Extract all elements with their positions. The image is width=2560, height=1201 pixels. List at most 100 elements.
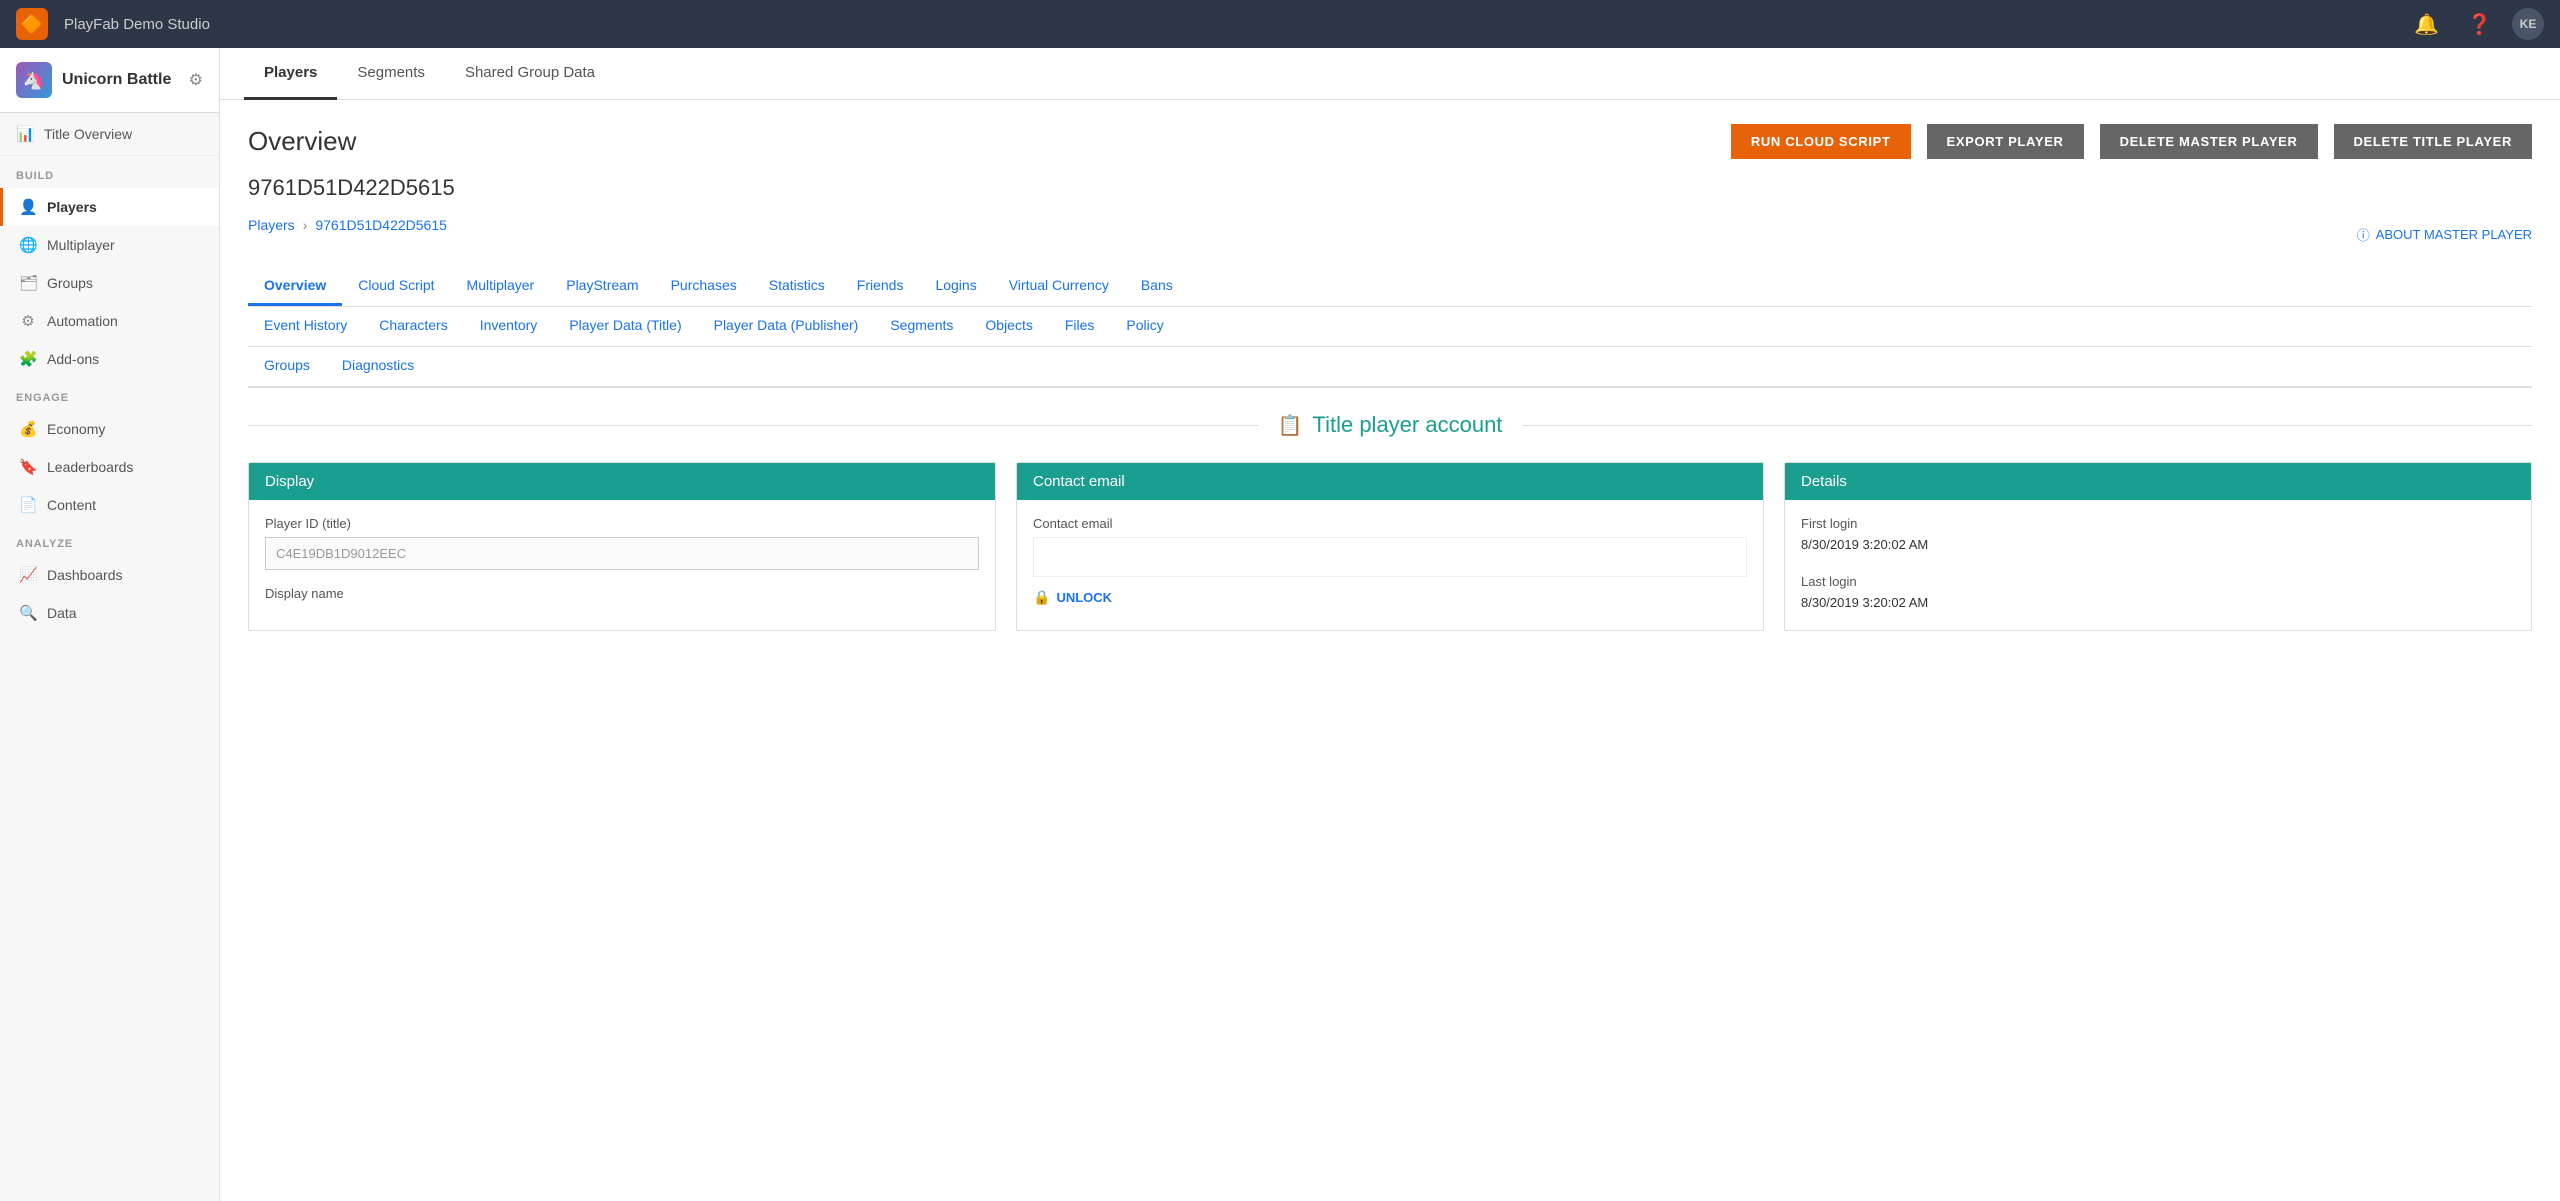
groups-label: Groups: [47, 275, 93, 291]
title-overview-icon: 📊: [16, 125, 34, 143]
addons-icon: 🧩: [19, 350, 37, 368]
display-name-label: Display name: [265, 586, 979, 601]
title-overview-label: Title Overview: [44, 126, 132, 142]
overview-title: Overview: [248, 126, 356, 157]
sidebar-item-data[interactable]: 🔍 Data: [0, 594, 219, 632]
studio-title: PlayFab Demo Studio: [64, 16, 210, 33]
sidebar-item-addons[interactable]: 🧩 Add-ons: [0, 340, 219, 378]
about-master-label: ABOUT MASTER PLAYER: [2376, 227, 2532, 242]
title-player-section-title: 📋 Title player account: [1258, 412, 1523, 438]
data-icon: 🔍: [19, 604, 37, 622]
tab-overview[interactable]: Overview: [248, 267, 342, 306]
tab-player-data-title[interactable]: Player Data (Title): [553, 307, 697, 346]
tab-statistics[interactable]: Statistics: [753, 267, 841, 306]
tab-bans[interactable]: Bans: [1125, 267, 1189, 306]
tab-diagnostics[interactable]: Diagnostics: [326, 347, 430, 386]
tab-multiplayer[interactable]: Multiplayer: [451, 267, 551, 306]
person-card-icon: 📋: [1278, 413, 1303, 438]
tab-virtual-currency[interactable]: Virtual Currency: [993, 267, 1125, 306]
details-card: Details First login 8/30/2019 3:20:02 AM…: [1784, 462, 2532, 631]
game-selector[interactable]: 🦄 Unicorn Battle ⚙: [0, 48, 219, 113]
tab-groups-player[interactable]: Groups: [248, 347, 326, 386]
breadcrumb: Players › 9761D51D422D5615: [248, 217, 447, 233]
automation-label: Automation: [47, 313, 118, 329]
leaderboards-icon: 🔖: [19, 458, 37, 476]
sidebar-item-title-overview[interactable]: 📊 Title Overview: [0, 113, 219, 156]
overview-header: Overview RUN CLOUD SCRIPT EXPORT PLAYER …: [248, 124, 2532, 159]
title-player-section-divider: 📋 Title player account: [248, 412, 2532, 438]
breadcrumb-separator: ›: [303, 217, 308, 233]
tab-player-data-publisher[interactable]: Player Data (Publisher): [698, 307, 875, 346]
contact-email-card: Contact email Contact email 🔒 UNLOCK: [1016, 462, 1764, 631]
first-login-value: 8/30/2019 3:20:02 AM: [1801, 537, 2515, 552]
tab-files[interactable]: Files: [1049, 307, 1111, 346]
game-name: Unicorn Battle: [62, 71, 171, 89]
sidebar-item-content[interactable]: 📄 Content: [0, 486, 219, 524]
leaderboards-label: Leaderboards: [47, 459, 133, 475]
user-avatar[interactable]: KE: [2512, 8, 2544, 40]
sidebar-item-dashboards[interactable]: 📈 Dashboards: [0, 556, 219, 594]
tab-purchases[interactable]: Purchases: [655, 267, 753, 306]
tab-segments-player[interactable]: Segments: [874, 307, 969, 346]
tab-logins[interactable]: Logins: [919, 267, 992, 306]
sidebar-item-groups[interactable]: 🗂 Groups: [0, 264, 219, 302]
run-cloud-script-button[interactable]: RUN CLOUD SCRIPT: [1731, 124, 1911, 159]
first-login-label: First login: [1801, 516, 2515, 531]
player-id-title-input[interactable]: [265, 537, 979, 570]
economy-label: Economy: [47, 421, 105, 437]
content-label: Content: [47, 497, 96, 513]
section-label-build: BUILD: [0, 156, 219, 188]
playfab-logo: 🔶: [16, 8, 48, 40]
delete-master-player-button[interactable]: DELETE MASTER PLAYER: [2100, 124, 2318, 159]
sidebar-item-economy[interactable]: 💰 Economy: [0, 410, 219, 448]
help-icon[interactable]: ❓: [2459, 8, 2500, 41]
sidebar-item-leaderboards[interactable]: 🔖 Leaderboards: [0, 448, 219, 486]
sidebar-item-multiplayer[interactable]: 🌐 Multiplayer: [0, 226, 219, 264]
sub-header: Players Segments Shared Group Data: [220, 48, 2560, 100]
tab-segments[interactable]: Segments: [337, 48, 445, 100]
display-card-header: Display: [249, 463, 995, 500]
lock-icon: 🔒: [1033, 589, 1050, 606]
dashboards-icon: 📈: [19, 566, 37, 584]
tab-cloud-script[interactable]: Cloud Script: [342, 267, 450, 306]
tab-inventory[interactable]: Inventory: [464, 307, 554, 346]
about-master-player-link[interactable]: ⓘ ABOUT MASTER PLAYER: [2357, 225, 2532, 244]
tab-event-history[interactable]: Event History: [248, 307, 363, 346]
multiplayer-icon: 🌐: [19, 236, 37, 254]
breadcrumb-players-link[interactable]: Players: [248, 217, 295, 233]
automation-icon: ⚙: [19, 312, 37, 330]
data-label: Data: [47, 605, 77, 621]
notifications-icon[interactable]: 🔔: [2406, 8, 2447, 41]
content-icon: 📄: [19, 496, 37, 514]
unlock-label: UNLOCK: [1056, 590, 1112, 605]
tab-shared-group-data[interactable]: Shared Group Data: [445, 48, 615, 100]
delete-title-player-button[interactable]: DELETE TITLE PLAYER: [2334, 124, 2533, 159]
section-label-engage: ENGAGE: [0, 378, 219, 410]
breadcrumb-current: 9761D51D422D5615: [315, 217, 447, 233]
contact-email-card-body: Contact email 🔒 UNLOCK: [1017, 500, 1763, 622]
tab-objects[interactable]: Objects: [969, 307, 1048, 346]
tab-friends[interactable]: Friends: [841, 267, 920, 306]
nav-tabs-row1: Overview Cloud Script Multiplayer PlaySt…: [248, 267, 2532, 307]
tab-players[interactable]: Players: [244, 48, 337, 100]
economy-icon: 💰: [19, 420, 37, 438]
player-cards: Display Player ID (title) Display name C…: [248, 462, 2532, 631]
tab-playstream[interactable]: PlayStream: [550, 267, 654, 306]
settings-gear-icon[interactable]: ⚙: [189, 70, 203, 90]
unlock-button[interactable]: 🔒 UNLOCK: [1033, 589, 1747, 606]
last-login-label: Last login: [1801, 574, 2515, 589]
sidebar-item-automation[interactable]: ⚙ Automation: [0, 302, 219, 340]
display-card: Display Player ID (title) Display name: [248, 462, 996, 631]
tab-policy[interactable]: Policy: [1110, 307, 1179, 346]
nav-tabs-row3: Groups Diagnostics: [248, 347, 2532, 388]
groups-icon: 🗂: [19, 274, 37, 292]
contact-email-card-header: Contact email: [1017, 463, 1763, 500]
tab-characters[interactable]: Characters: [363, 307, 463, 346]
export-player-button[interactable]: EXPORT PLAYER: [1927, 124, 2084, 159]
info-circle-icon: ⓘ: [2357, 225, 2370, 244]
sidebar-item-players[interactable]: 👤 Players: [0, 188, 219, 226]
last-login-value: 8/30/2019 3:20:02 AM: [1801, 595, 2515, 610]
dashboards-label: Dashboards: [47, 567, 123, 583]
player-id-display: 9761D51D422D5615: [248, 175, 2532, 201]
display-card-body: Player ID (title) Display name: [249, 500, 995, 623]
